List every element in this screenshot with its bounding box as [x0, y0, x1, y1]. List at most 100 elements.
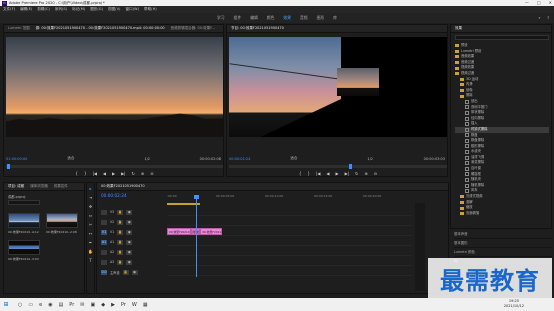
rate-stretch-tool-icon[interactable]: ⇔ — [87, 212, 94, 219]
track-lane[interactable] — [167, 208, 412, 216]
lock-icon[interactable]: 🔒 — [117, 259, 124, 265]
tab-effect-controls[interactable]: 效果控件 — [54, 184, 68, 189]
mark-in-button[interactable]: { — [299, 171, 302, 176]
side-panel-item[interactable]: Lumetri 颜色 — [454, 248, 552, 257]
clip-thumbnail[interactable] — [8, 213, 40, 228]
program-scale-select[interactable]: 1/2 — [367, 157, 373, 161]
eye-icon[interactable]: ◉ — [126, 249, 133, 255]
mark-out-button[interactable]: } — [84, 171, 87, 176]
workspace-color[interactable]: 颜色 — [267, 15, 275, 21]
step-back-button[interactable]: ◀ — [103, 171, 106, 176]
track-target-toggle[interactable]: A1 — [101, 239, 107, 245]
play-button[interactable]: ▶ — [112, 171, 115, 176]
menu-view[interactable]: 视图(V) — [108, 7, 120, 12]
workspace-graphics[interactable]: 图形 — [317, 15, 325, 21]
program-video-frame[interactable] — [229, 37, 447, 137]
lock-icon[interactable]: 🔒 — [117, 239, 124, 245]
mail-icon[interactable]: ✉ — [80, 302, 84, 308]
source-video-frame[interactable] — [6, 37, 223, 137]
workspace-editing[interactable]: 编辑 — [250, 15, 258, 21]
lock-icon[interactable]: 🔒 — [117, 209, 124, 215]
menu-edit[interactable]: 编辑(E) — [20, 7, 32, 12]
effects-search-input[interactable] — [455, 35, 549, 40]
eye-icon[interactable]: ◉ — [126, 229, 133, 235]
type-tool-icon[interactable]: T — [87, 257, 94, 264]
video-clip[interactable]: 00:效果F20210 — [200, 228, 222, 235]
menu-window[interactable]: 窗口(W) — [125, 7, 139, 12]
source-timecode[interactable]: 01:00:00:00 — [6, 157, 27, 161]
eye-icon[interactable]: ◉ — [131, 269, 138, 275]
source-scale-select[interactable]: 1/2 — [144, 157, 150, 161]
maximize-button[interactable]: □ — [537, 0, 541, 5]
pen-tool-icon[interactable]: ✒ — [87, 239, 94, 246]
overwrite-button[interactable]: ⊖ — [150, 171, 153, 176]
premiere-icon[interactable]: Pr — [121, 302, 126, 308]
edge-icon[interactable]: e — [39, 302, 42, 308]
track-target-toggle[interactable] — [101, 219, 107, 225]
loop-button[interactable]: ↻ — [355, 171, 358, 176]
search-icon[interactable]: ○ — [18, 302, 22, 308]
track-lane[interactable] — [167, 268, 412, 276]
side-panel-item[interactable]: 基本声音 — [454, 230, 552, 239]
loop-button[interactable]: ↻ — [132, 171, 135, 176]
insert-button[interactable]: ⊕ — [141, 171, 144, 176]
timeline-ruler[interactable]: :00:00 00:00:05:00 00:00:10:00 00:00:15:00 0… — [167, 194, 412, 202]
go-to-in-button[interactable]: |◀ — [316, 171, 320, 176]
track-select-tool-icon[interactable]: ⇥ — [87, 194, 94, 201]
track-target-toggle[interactable] — [101, 259, 107, 265]
effects-folder[interactable]: 页面剥落 — [455, 211, 549, 217]
menu-clip[interactable]: 剪辑(C) — [37, 7, 50, 12]
go-to-out-button[interactable]: ▶| — [121, 171, 125, 176]
side-panel-item[interactable]: 基本图形 — [454, 239, 552, 248]
lock-icon[interactable]: 🔒 — [117, 229, 124, 235]
sequence-thumbnail[interactable] — [8, 240, 40, 255]
go-to-in-button[interactable]: |◀ — [92, 171, 96, 176]
app-icon[interactable]: ▦ — [143, 302, 148, 308]
tab-program[interactable]: 节目: 00:效果F2021051900470 — [231, 26, 284, 31]
app-icon[interactable]: ◆ — [101, 302, 105, 308]
eye-icon[interactable]: ◉ — [126, 239, 133, 245]
play-button[interactable]: ▶ — [336, 171, 339, 176]
go-to-out-button[interactable]: ▶| — [345, 171, 349, 176]
lift-button[interactable]: ⊕ — [364, 171, 367, 176]
tab-project[interactable]: 项目: 成都 — [8, 184, 24, 189]
mark-out-button[interactable]: } — [307, 171, 310, 176]
mark-in-button[interactable]: { — [75, 171, 78, 176]
system-clock[interactable]: 19:25 2021/10/12 — [504, 299, 524, 309]
windows-start-icon[interactable]: ⊞ — [0, 298, 12, 311]
eye-icon[interactable]: ◉ — [126, 209, 133, 215]
store-icon[interactable]: ▣ — [90, 302, 95, 308]
lock-icon[interactable]: 🔒 — [117, 249, 124, 255]
video-clip[interactable]: 00:效果F20210 — [167, 228, 191, 235]
search-icon[interactable]: ⌕ — [538, 15, 540, 20]
hand-tool-icon[interactable]: ✋ — [87, 248, 94, 255]
razor-tool-icon[interactable]: ✂ — [87, 221, 94, 228]
track-lane[interactable] — [167, 218, 412, 226]
track-lane[interactable] — [167, 258, 412, 266]
program-fit-select[interactable]: 适合 — [290, 156, 297, 161]
tab-lumetri-scopes[interactable]: Lumetri 范围 — [8, 26, 30, 31]
share-icon[interactable]: ⇪ — [547, 15, 550, 20]
step-back-button[interactable]: ◀ — [326, 171, 329, 176]
minimize-button[interactable]: — — [525, 0, 529, 5]
media-player-icon[interactable]: ▶ — [111, 302, 115, 308]
track-target-toggle[interactable] — [101, 209, 107, 215]
workspace-learn[interactable]: 学习 — [217, 15, 225, 21]
tab-source[interactable]: 源: 00:效果F2021051900470 - 00:效果F202105190… — [36, 26, 165, 31]
track-target-toggle[interactable] — [101, 249, 107, 255]
tab-effects[interactable]: 效果 — [455, 26, 462, 31]
tab-media-browser[interactable]: 媒体浏览器 — [30, 184, 48, 189]
workspace-effects[interactable]: 效果 — [283, 15, 291, 21]
extract-button[interactable]: ⊖ — [374, 171, 377, 176]
slip-tool-icon[interactable]: ↔ — [87, 230, 94, 237]
premiere-icon[interactable]: Pr — [69, 302, 74, 308]
ripple-edit-tool-icon[interactable]: ✥ — [87, 203, 94, 210]
timeline-timecode[interactable]: 00:00:02:24 — [101, 193, 127, 198]
close-button[interactable]: ✕ — [549, 0, 552, 5]
menu-help[interactable]: 帮助(H) — [144, 7, 157, 12]
eye-icon[interactable]: ◉ — [126, 259, 133, 265]
project-search-input[interactable] — [8, 200, 40, 205]
program-timecode[interactable]: 00:00:02:24 — [229, 157, 250, 161]
selection-tool-icon[interactable]: ▸ — [87, 185, 94, 192]
track-lane[interactable] — [167, 248, 412, 256]
